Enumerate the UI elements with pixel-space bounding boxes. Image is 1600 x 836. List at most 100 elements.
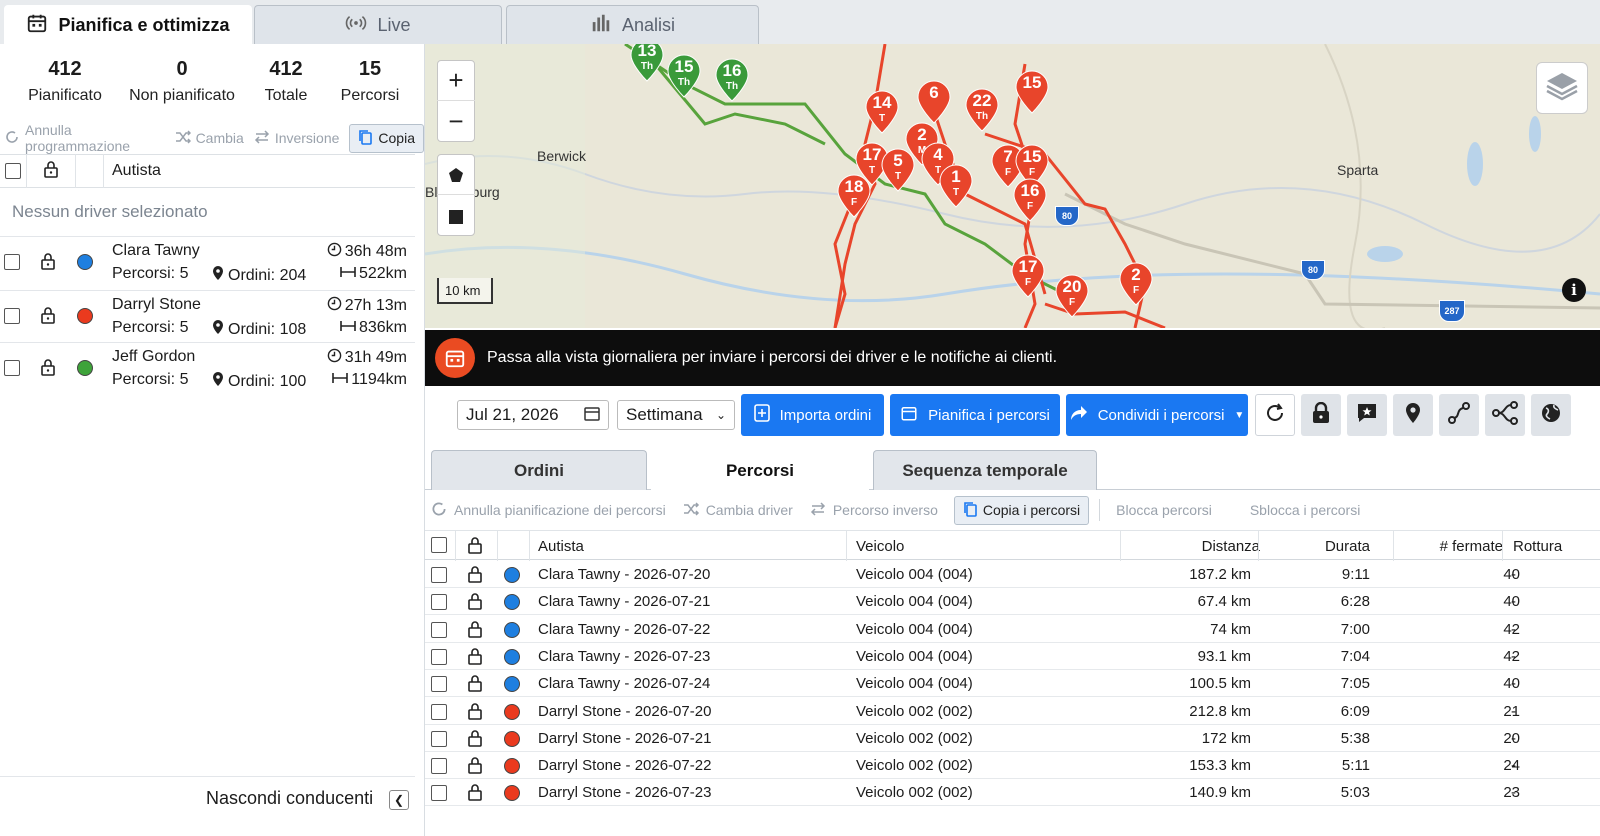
import-orders-button[interactable]: Importa ordini: [741, 394, 884, 436]
table-row[interactable]: Clara Tawny - 2026-07-22 Veicolo 004 (004…: [425, 616, 1600, 643]
draw-rectangle-button[interactable]: [437, 195, 475, 235]
route-stop-pin[interactable]: 17 F: [1011, 254, 1045, 298]
route-stop-pin[interactable]: 18 F: [837, 174, 871, 218]
table-row[interactable]: Clara Tawny - 2026-07-21 Veicolo 004 (004…: [425, 588, 1600, 616]
draw-polygon-button[interactable]: [437, 155, 475, 195]
refresh-button[interactable]: [1255, 394, 1295, 436]
driver-row[interactable]: Darryl Stone Percorsi: 5 Ordini: 108 27h 13…: [0, 290, 415, 342]
row-checkbox[interactable]: [431, 648, 447, 669]
annotation-button[interactable]: [1347, 394, 1387, 436]
reverse-button[interactable]: Inversione: [254, 129, 340, 147]
unlock-icon[interactable]: [40, 306, 56, 329]
row-checkbox[interactable]: [431, 758, 447, 778]
row-checkbox[interactable]: [431, 621, 447, 642]
table-row[interactable]: Clara Tawny - 2026-07-20 Veicolo 004 (004…: [425, 561, 1600, 588]
driver-checkbox[interactable]: [4, 308, 20, 329]
row-checkbox[interactable]: [431, 703, 447, 724]
split-route-button[interactable]: [1485, 394, 1525, 436]
driver-row[interactable]: Clara Tawny Percorsi: 5 Ordini: 204 36h 48m…: [0, 236, 415, 288]
route-stop-pin[interactable]: 15 Th: [667, 54, 701, 98]
route-stop-pin[interactable]: 1T: [939, 164, 973, 208]
route-stop-pin[interactable]: 22 Th: [965, 88, 999, 132]
row-checkbox[interactable]: [431, 676, 447, 696]
tab-orders[interactable]: Ordini: [431, 450, 647, 490]
table-row[interactable]: Darryl Stone - 2026-07-20 Veicolo 002 (00…: [425, 698, 1600, 725]
unlock-routes-action[interactable]: Sblocca i percorsi: [1250, 502, 1361, 518]
route-stop-pin[interactable]: 14 T: [865, 90, 899, 134]
route-path-button[interactable]: [1439, 394, 1479, 436]
share-icon: [1070, 405, 1088, 425]
select-all-checkbox[interactable]: [5, 163, 21, 179]
route-stop-pin[interactable]: 2F: [1119, 262, 1153, 306]
lock-routes-action[interactable]: Blocca percorsi: [1116, 502, 1212, 518]
lock-icon: [1311, 401, 1331, 429]
row-checkbox[interactable]: [431, 730, 447, 751]
change-driver-button[interactable]: Cambia driver: [682, 501, 793, 519]
zoom-in-button[interactable]: +: [437, 61, 475, 101]
unlock-icon[interactable]: [467, 565, 483, 587]
unlock-icon[interactable]: [467, 592, 483, 614]
globe-button[interactable]: [1531, 394, 1571, 436]
unschedule-button[interactable]: Annulla programmazione: [4, 122, 165, 154]
route-stop-pin[interactable]: 13 Th: [630, 44, 664, 82]
layers-button[interactable]: [1536, 62, 1588, 114]
copy-button[interactable]: Copia: [349, 123, 424, 153]
collapse-drivers-button[interactable]: ❮: [389, 790, 409, 810]
driver-row[interactable]: Jeff Gordon Percorsi: 5 Ordini: 100 31h 49m…: [0, 342, 415, 394]
share-routes-button[interactable]: Condividi i percorsi ▼: [1066, 394, 1248, 436]
stops-button[interactable]: [1393, 394, 1433, 436]
pin-number: 4: [933, 145, 943, 164]
tab-timeline[interactable]: Sequenza temporale: [873, 450, 1097, 490]
route-stop-pin[interactable]: 5T: [881, 148, 915, 192]
unlock-icon[interactable]: [467, 702, 483, 724]
period-select[interactable]: Settimana ⌄: [617, 400, 735, 430]
lock-routes-button[interactable]: [1301, 394, 1341, 436]
map-info-button[interactable]: i: [1562, 278, 1586, 302]
col-vehicle[interactable]: Veicolo: [856, 538, 904, 555]
col-stops[interactable]: # fermate: [1440, 538, 1503, 555]
unlock-icon[interactable]: [467, 647, 483, 669]
row-checkbox[interactable]: [431, 594, 447, 614]
route-stop-pin[interactable]: 20 F: [1055, 274, 1089, 318]
unlock-icon[interactable]: [467, 756, 483, 778]
reverse-route-button[interactable]: Percorso inverso: [809, 501, 938, 519]
col-distance[interactable]: Distanza: [1202, 538, 1260, 555]
row-checkbox[interactable]: [431, 567, 447, 587]
copy-routes-button[interactable]: Copia i percorsi: [953, 495, 1090, 525]
reverse-label: Inversione: [274, 130, 340, 146]
tab-routes[interactable]: Percorsi: [651, 450, 869, 491]
tab-plan-optimize[interactable]: Pianifica e ottimizza: [4, 5, 252, 44]
driver-checkbox[interactable]: [4, 254, 20, 275]
col-driver[interactable]: Autista: [538, 538, 584, 555]
route-map[interactable]: Berwick Bloomsburg Sparta 80 80 287 13Th…: [425, 44, 1600, 328]
pin-day: Th: [640, 61, 654, 72]
unlock-icon[interactable]: [467, 729, 483, 751]
unlock-icon[interactable]: [467, 674, 483, 696]
row-checkbox[interactable]: [431, 785, 447, 805]
table-row[interactable]: Darryl Stone - 2026-07-23 Veicolo 002 (00…: [425, 779, 1600, 807]
tab-live[interactable]: Live: [254, 5, 502, 44]
unschedule-routes-button[interactable]: Annulla pianificazione dei percorsi: [430, 500, 666, 521]
table-row[interactable]: Darryl Stone - 2026-07-22 Veicolo 002 (00…: [425, 752, 1600, 780]
swap-button[interactable]: Cambia: [175, 129, 244, 147]
select-all-routes-checkbox[interactable]: [431, 537, 447, 557]
table-row[interactable]: Clara Tawny - 2026-07-24 Veicolo 004 (004…: [425, 670, 1600, 698]
unlock-icon[interactable]: [40, 358, 56, 381]
date-picker[interactable]: Jul 21, 2026: [457, 400, 609, 430]
route-stop-pin[interactable]: 16 F: [1013, 178, 1047, 222]
route-stop-pin[interactable]: 6: [917, 80, 951, 124]
col-duration[interactable]: Durata: [1325, 538, 1370, 555]
unlock-icon[interactable]: [467, 783, 483, 805]
unlock-icon[interactable]: [40, 252, 56, 275]
col-break[interactable]: Rottura: [1513, 538, 1562, 555]
route-stop-pin[interactable]: 15: [1015, 70, 1049, 114]
plan-routes-button[interactable]: Pianifica i percorsi: [890, 394, 1060, 436]
unlock-icon[interactable]: [467, 620, 483, 642]
driver-checkbox[interactable]: [4, 360, 20, 381]
table-row[interactable]: Darryl Stone - 2026-07-21 Veicolo 002 (00…: [425, 725, 1600, 752]
tab-analysis[interactable]: Analisi: [506, 5, 759, 44]
zoom-out-button[interactable]: −: [437, 101, 475, 141]
route-stop-pin[interactable]: 16 Th: [715, 58, 749, 102]
table-row[interactable]: Clara Tawny - 2026-07-23 Veicolo 004 (004…: [425, 643, 1600, 670]
row-break: -: [1511, 702, 1516, 720]
